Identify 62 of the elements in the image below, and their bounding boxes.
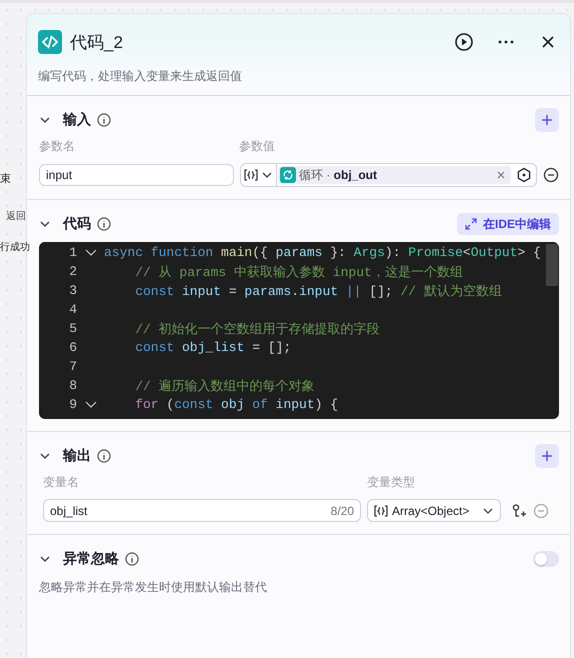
section-title: 代码 bbox=[63, 215, 91, 233]
code-line: // 从 params 中获取输入参数 input，这是一个数组 bbox=[135, 264, 463, 280]
code-line: // 遍历输入数组中的每个对象 bbox=[135, 378, 315, 394]
column-label: 变量类型 bbox=[367, 474, 415, 491]
code-line: const input = params.input || []; // 默认为空数组 bbox=[135, 282, 502, 300]
plus-icon bbox=[541, 114, 553, 126]
array-object-icon bbox=[374, 504, 388, 516]
param-name-field[interactable]: input bbox=[39, 164, 234, 186]
toggle-switch[interactable] bbox=[533, 551, 559, 567]
line-number: 9 bbox=[68, 397, 77, 412]
type-value: Array<Object> bbox=[392, 504, 470, 518]
info-icon bbox=[97, 113, 111, 127]
type-select[interactable]: Array<Object> bbox=[367, 499, 501, 522]
remove-icon[interactable] bbox=[543, 167, 559, 183]
section-title: 输入 bbox=[63, 111, 91, 129]
column-label: 变量名 bbox=[43, 474, 80, 491]
panel-title: 代码_2 bbox=[70, 32, 123, 54]
add-button[interactable] bbox=[535, 108, 559, 132]
info-icon bbox=[125, 552, 139, 566]
section-title: 异常忽略 bbox=[63, 550, 119, 568]
add-button[interactable] bbox=[535, 444, 559, 468]
fold-icon[interactable] bbox=[84, 248, 96, 256]
code-line: async function main({ params }: Args): Promise<Output> { bbox=[104, 245, 541, 260]
line-number: 7 bbox=[68, 359, 77, 374]
expand-icon bbox=[464, 218, 477, 230]
add-child-icon[interactable] bbox=[511, 502, 527, 518]
column-label: 参数值 bbox=[239, 138, 275, 155]
panel-description: 编写代码，处理输入变量来生成返回值 bbox=[38, 68, 243, 85]
node-label: 行成功 bbox=[0, 240, 30, 254]
node-label: 返回 bbox=[6, 210, 26, 223]
line-number: 1 bbox=[68, 245, 77, 260]
code-icon bbox=[38, 30, 62, 54]
section-title: 输出 bbox=[63, 447, 91, 465]
loop-icon bbox=[280, 167, 296, 183]
line-number: 8 bbox=[68, 378, 77, 393]
column-label: 参数名 bbox=[39, 138, 76, 155]
info-icon bbox=[97, 217, 111, 231]
line-number: 5 bbox=[68, 321, 77, 336]
code-line: const obj_list = []; bbox=[135, 340, 292, 355]
variable-icon[interactable] bbox=[516, 167, 532, 183]
plus-icon bbox=[541, 450, 553, 462]
play-icon[interactable] bbox=[454, 32, 474, 52]
code-line: for (const obj of input) { bbox=[135, 397, 338, 412]
variable-reference: 循环 · obj_out bbox=[299, 166, 377, 184]
fold-icon[interactable] bbox=[84, 400, 96, 408]
array-object-icon bbox=[244, 169, 258, 181]
character-counter: 8/20 bbox=[330, 504, 354, 518]
line-number: 6 bbox=[68, 340, 77, 355]
scrollbar[interactable] bbox=[546, 244, 558, 286]
section-description: 忽略异常并在异常发生时使用默认输出替代 bbox=[39, 579, 268, 596]
code-line: // 初始化一个空数组用于存储提取的字段 bbox=[135, 320, 380, 338]
param-value-field[interactable]: 循环 · obj_out bbox=[240, 163, 537, 187]
edit-in-ide-button[interactable]: 在IDE中编辑 bbox=[456, 213, 559, 235]
info-icon bbox=[97, 449, 111, 463]
output-name-field[interactable]: obj_list 8/20 bbox=[43, 499, 361, 522]
clear-icon[interactable] bbox=[497, 171, 505, 179]
line-number: 2 bbox=[68, 264, 77, 279]
field-value: obj_list bbox=[50, 504, 88, 518]
line-number: 3 bbox=[68, 283, 77, 298]
node-title: 束 bbox=[0, 172, 11, 186]
line-number: 4 bbox=[68, 302, 77, 317]
code-editor[interactable] bbox=[39, 242, 559, 419]
